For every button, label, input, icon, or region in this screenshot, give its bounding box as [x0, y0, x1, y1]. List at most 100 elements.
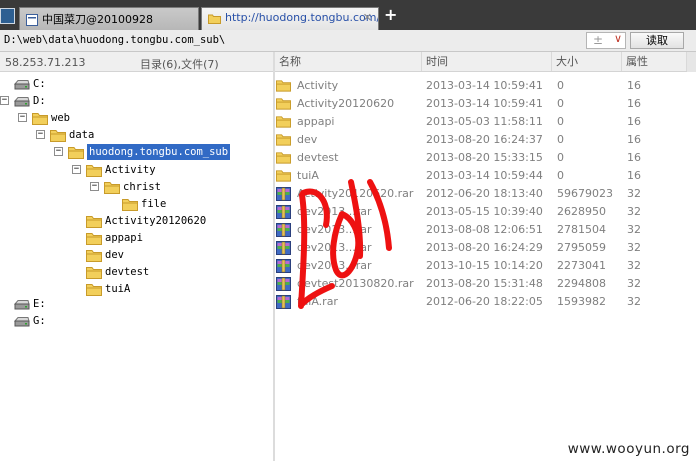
file-row[interactable]: tuiA.rar 2012-06-20 18:22:05 1593982 32: [275, 293, 696, 311]
file-attr: 16: [627, 169, 641, 182]
file-size: 2294808: [557, 277, 606, 290]
window-menu-icon[interactable]: [0, 8, 15, 24]
tree-node-web[interactable]: − web: [0, 110, 273, 126]
file-row[interactable]: Activity 2013-03-14 10:59:41 0 16: [275, 77, 696, 95]
folder-icon: [68, 146, 84, 160]
server-ip: 58.253.71.213: [5, 56, 86, 69]
file-row[interactable]: devtest 2013-08-20 15:33:15 0 16: [275, 149, 696, 167]
column-header-attr[interactable]: 属性: [622, 52, 687, 71]
file-row[interactable]: dev2013...rar 2013-05-15 10:39:40 2628950 3…: [275, 203, 696, 221]
tree-node-label: Activity20120620: [105, 214, 207, 227]
rar-archive-icon: [276, 205, 291, 219]
file-row[interactable]: appapi 2013-05-03 11:58:11 0 16: [275, 113, 696, 131]
file-time: 2013-08-20 16:24:29: [426, 241, 543, 254]
tree-node-appapi[interactable]: appapi: [0, 230, 273, 246]
tab-caidao[interactable]: 中国菜刀@20100928: [19, 7, 199, 30]
folder-icon: [104, 181, 120, 194]
collapse-toggle-icon[interactable]: −: [90, 181, 99, 191]
file-time: 2013-08-20 15:33:15: [426, 151, 543, 164]
file-attr: 32: [627, 187, 641, 200]
folder-icon: [122, 198, 138, 211]
tree-node-label: christ: [123, 180, 161, 193]
tree-node-tuia[interactable]: tuiA: [0, 281, 273, 297]
collapse-toggle-icon[interactable]: −: [54, 147, 63, 157]
file-attr: 32: [627, 295, 641, 308]
file-row[interactable]: devtest20130820.rar 2013-08-20 15:31:48 22…: [275, 275, 696, 293]
rar-archive-icon: [276, 223, 291, 237]
file-time: 2013-03-14 10:59:44: [426, 169, 543, 182]
file-name: dev: [297, 133, 318, 146]
file-attr: 16: [627, 151, 641, 164]
folder-icon: [276, 79, 291, 93]
column-header-name[interactable]: 名称: [275, 52, 422, 71]
chevron-down-icon[interactable]: ∨: [614, 32, 622, 45]
folder-icon: [276, 151, 291, 165]
tree-node-label: web: [51, 112, 70, 125]
folder-icon: [276, 133, 291, 147]
collapse-toggle-icon[interactable]: −: [18, 113, 27, 123]
tree-node-label: tuiA: [105, 283, 131, 296]
tab-bar: 中国菜刀@20100928 http://huodong.tongbu.com/…: [0, 0, 696, 30]
collapse-toggle-icon[interactable]: −: [72, 164, 81, 174]
tree-node-d[interactable]: − D:: [0, 93, 273, 109]
tree-node-e[interactable]: E:: [0, 296, 273, 312]
file-list-header: 名称 时间 大小 属性: [275, 52, 696, 72]
file-name: dev2013...rar: [297, 223, 372, 236]
folder-icon: [86, 215, 102, 228]
path-history-dropdown[interactable]: ± ∨: [586, 32, 626, 49]
tree-node-activity[interactable]: − Activity: [0, 162, 273, 178]
tree-node-label: data: [69, 129, 95, 142]
tab-label: http://huodong.tongbu.com/...: [225, 11, 379, 24]
rar-archive-icon: [276, 295, 291, 309]
tree-node-data[interactable]: − data: [0, 127, 273, 143]
tree-node-c[interactable]: C:: [0, 76, 273, 92]
file-row[interactable]: dev 2013-08-20 16:24:37 0 16: [275, 131, 696, 149]
collapse-toggle-icon[interactable]: −: [36, 130, 45, 140]
folder-icon: [50, 129, 66, 143]
file-name: dev2013...rar: [297, 205, 372, 218]
file-name: dev2013...rar: [297, 259, 372, 272]
folder-icon: [86, 283, 102, 297]
new-tab-button[interactable]: +: [384, 7, 397, 23]
tree-node-dev[interactable]: dev: [0, 247, 273, 263]
file-row[interactable]: Activity20120620 2013-03-14 10:59:41 0 16: [275, 95, 696, 113]
tree-node-g[interactable]: G:: [0, 313, 273, 329]
file-name: Activity20120620.rar: [297, 187, 414, 200]
file-row[interactable]: dev2013...rar 2013-10-15 10:14:20 2273041 3…: [275, 257, 696, 275]
file-size: 2781504: [557, 223, 606, 236]
collapse-toggle-icon[interactable]: −: [0, 96, 9, 106]
file-row[interactable]: dev2013...rar 2013-08-08 12:06:51 2781504 3…: [275, 221, 696, 239]
tree-node-devtest[interactable]: devtest: [0, 264, 273, 280]
tree-node-file[interactable]: file: [0, 196, 273, 212]
file-time: 2013-05-03 11:58:11: [426, 115, 543, 128]
file-attr: 16: [627, 97, 641, 110]
file-name: appapi: [297, 115, 335, 128]
drive-icon: [13, 78, 30, 91]
file-row[interactable]: dev2013...rar 2013-08-20 16:24:29 2795059 3…: [275, 239, 696, 257]
file-row[interactable]: tuiA 2013-03-14 10:59:44 0 16: [275, 167, 696, 185]
path-input[interactable]: D:\web\data\huodong.tongbu.com_sub\: [4, 34, 225, 46]
read-button[interactable]: 读取: [630, 32, 684, 49]
close-icon[interactable]: ✕: [363, 11, 372, 24]
folder-icon: [86, 249, 102, 262]
file-row[interactable]: Activity20120620.rar 2012-06-20 18:13:40 5…: [275, 185, 696, 203]
file-name: Activity20120620: [297, 97, 395, 110]
tab-huodong[interactable]: http://huodong.tongbu.com/... ✕: [201, 7, 379, 30]
file-time: 2013-08-20 16:24:37: [426, 133, 543, 146]
column-header-size[interactable]: 大小: [552, 52, 622, 71]
tree-header: 58.253.71.213 目录(6),文件(7): [0, 52, 273, 72]
rar-archive-icon: [276, 277, 291, 291]
folder-icon: [276, 115, 291, 129]
file-time: 2013-10-15 10:14:20: [426, 259, 543, 272]
file-size: 2628950: [557, 205, 606, 218]
column-header-time[interactable]: 时间: [422, 52, 552, 71]
tree-node-label: dev: [105, 249, 124, 261]
tree-node-christ[interactable]: − christ: [0, 179, 273, 195]
file-list-panel: 名称 时间 大小 属性 Activity 2013-03-14 10:59:41 0…: [275, 52, 696, 461]
tab-label: 中国菜刀@20100928: [42, 13, 153, 26]
tree-node-huodong-tongbu-com-sub[interactable]: − huodong.tongbu.com_sub: [0, 143, 273, 162]
tree-node-activity20120620[interactable]: Activity20120620: [0, 213, 273, 229]
path-bar: D:\web\data\huodong.tongbu.com_sub\ ± ∨ …: [0, 30, 696, 52]
tree-node-label: E:: [33, 298, 46, 310]
item-counts: 目录(6),文件(7): [140, 58, 219, 71]
